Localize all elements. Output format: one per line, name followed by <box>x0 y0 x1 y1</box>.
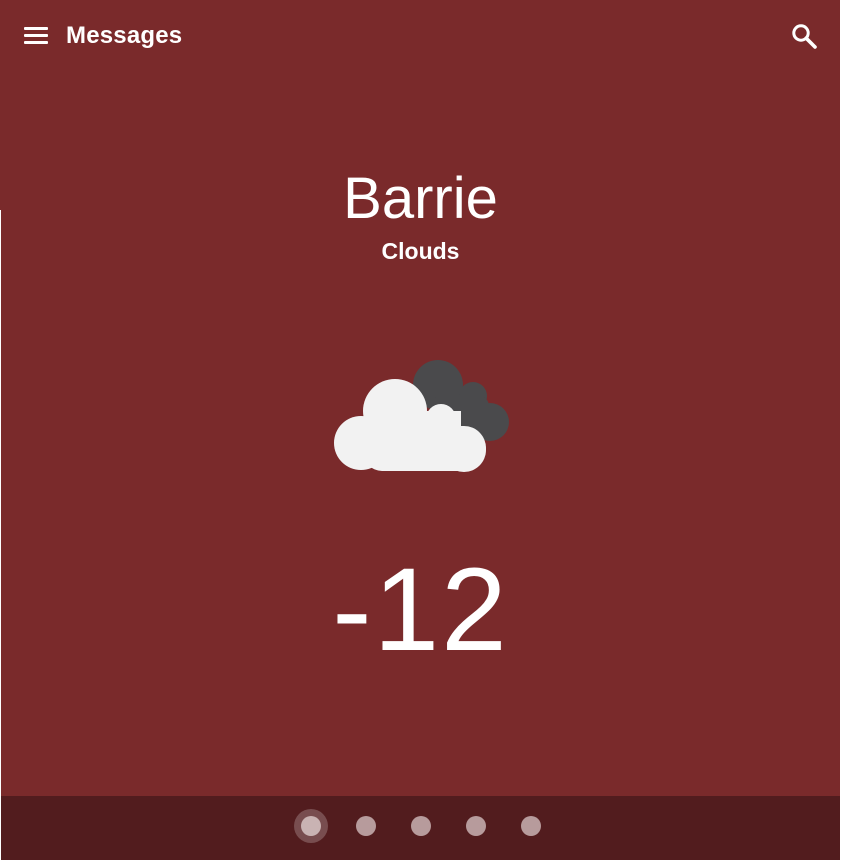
search-icon <box>792 24 817 49</box>
app-toolbar: Messages <box>1 0 840 72</box>
page-dot-1[interactable] <box>301 816 321 836</box>
page-dot-3[interactable] <box>411 816 431 836</box>
temperature: -12 <box>332 544 509 676</box>
clouds-icon <box>331 356 515 478</box>
menu-button[interactable] <box>23 24 49 46</box>
app-title: Messages <box>66 22 183 49</box>
city-name: Barrie <box>343 166 498 231</box>
weather-app: Messages Barrie Clouds -12 <box>1 0 840 860</box>
page-dot-5[interactable] <box>521 816 541 836</box>
page-dot-4[interactable] <box>466 816 486 836</box>
page-dot-2[interactable] <box>356 816 376 836</box>
weather-condition: Clouds <box>381 238 460 264</box>
search-button[interactable] <box>789 21 819 51</box>
page-indicator <box>1 796 840 860</box>
